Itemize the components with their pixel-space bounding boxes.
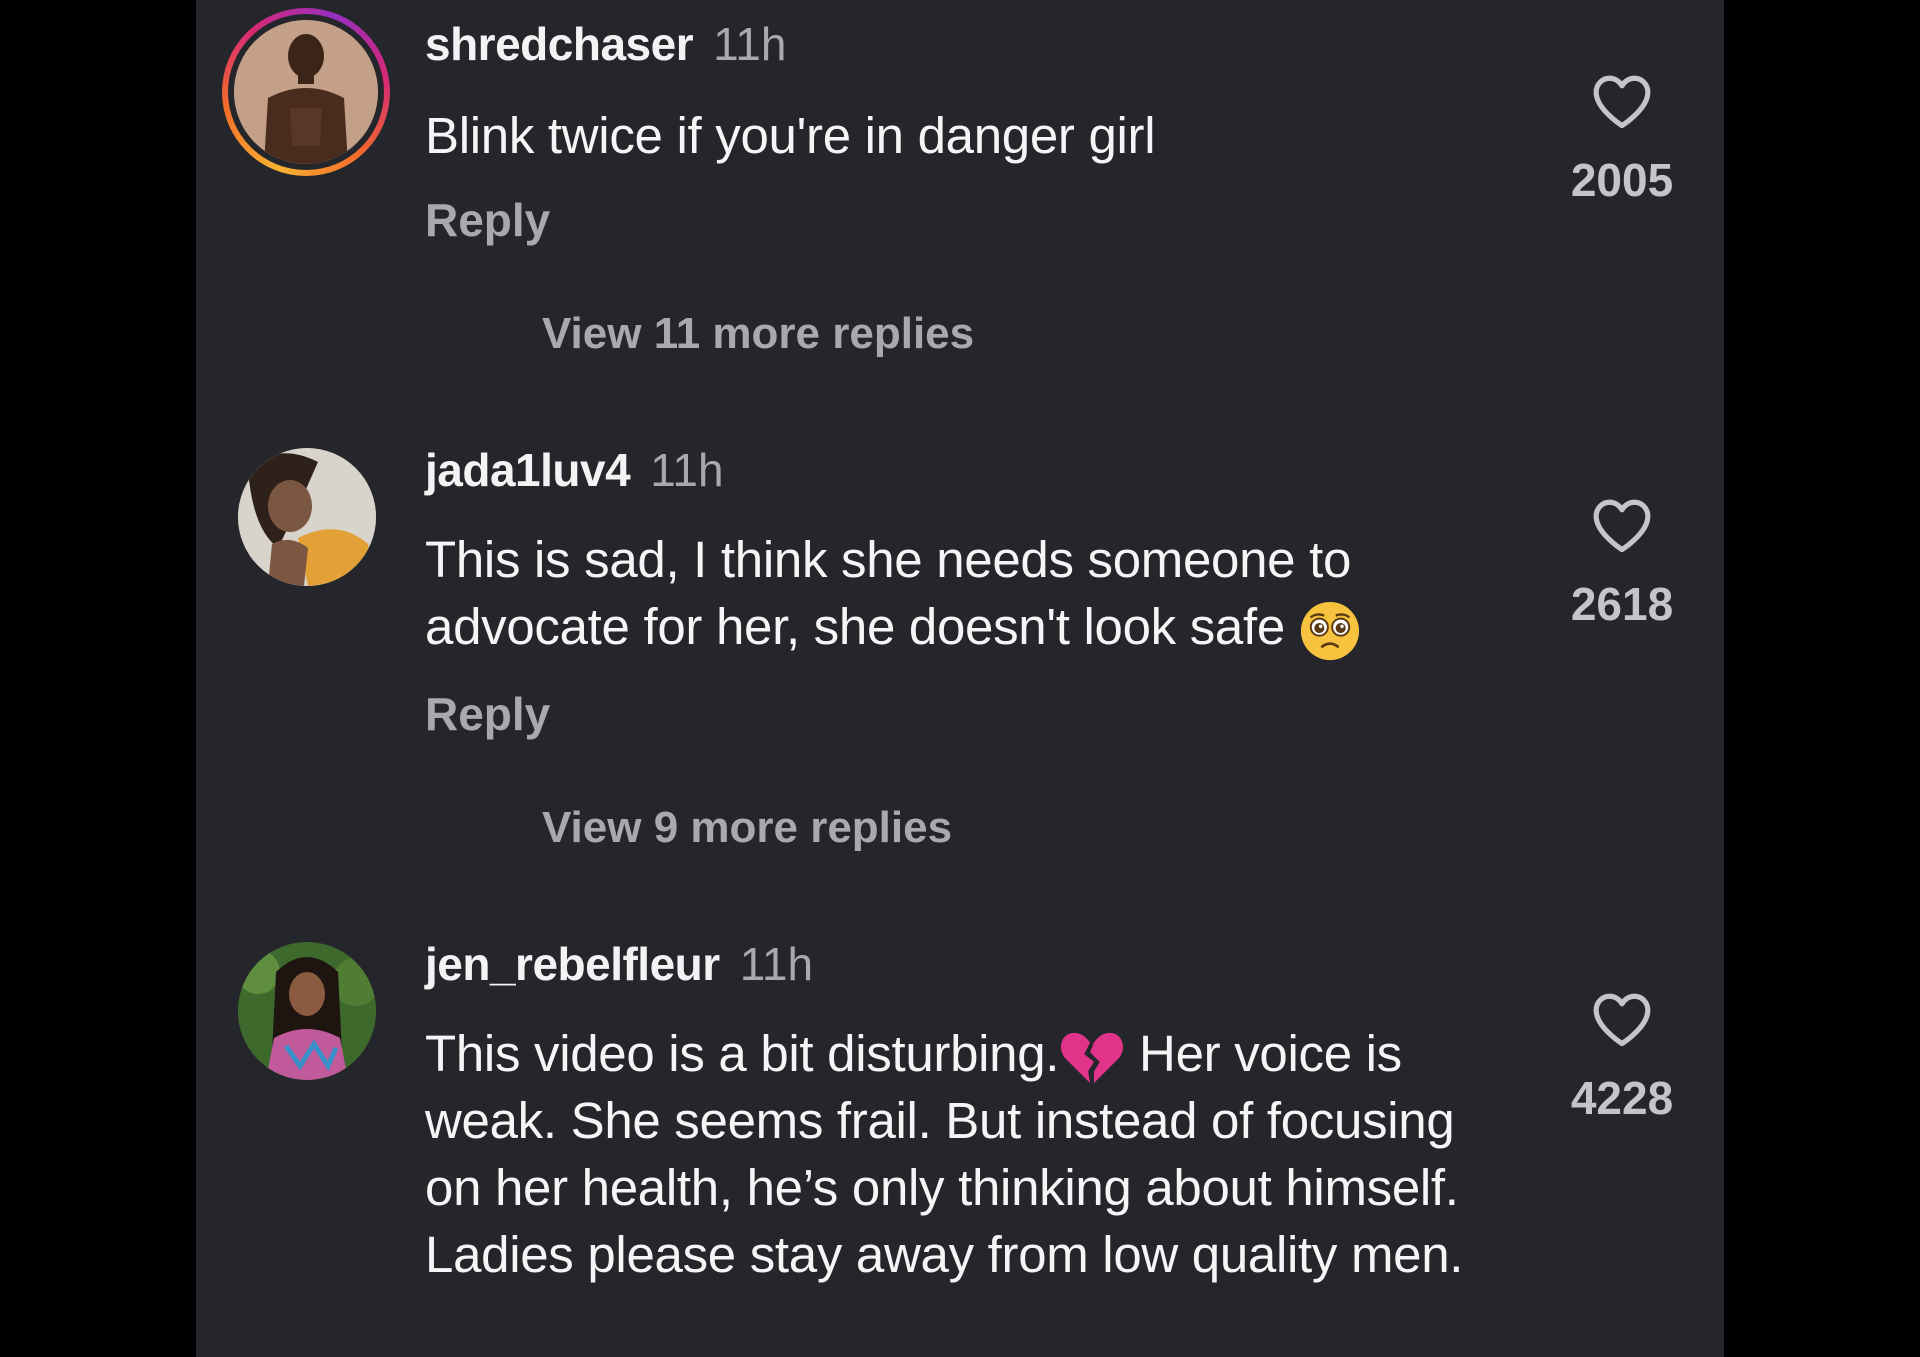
comment-text: This is sad, I think she needs someone t… (425, 526, 1724, 662)
pleading-face-icon (1300, 601, 1359, 660)
avatar-jen-rebelfleur[interactable] (238, 942, 376, 1080)
heart-outline-icon[interactable] (1591, 990, 1653, 1048)
like-count: 2618 (1570, 578, 1674, 630)
reply-button[interactable]: Reply (425, 192, 550, 248)
avatar-figure (238, 942, 376, 1080)
username[interactable]: jada1luv4 (425, 444, 631, 496)
comment-text: Blink twice if you're in danger girl (425, 107, 1156, 164)
comment-text: This video is a bit disturbing. Her voic… (425, 1020, 1485, 1288)
comment-text-fragment: advocate for her, she doesn't look safe (425, 598, 1285, 655)
avatar-jada1luv4[interactable] (238, 448, 376, 586)
comment-header: jen_rebelfleur 11h (425, 936, 813, 992)
comment-header: shredchaser 11h (425, 16, 786, 72)
like-column: 2618 (1552, 496, 1692, 632)
username[interactable]: jen_rebelfleur (425, 938, 720, 990)
like-column: 2005 (1552, 72, 1692, 208)
username[interactable]: shredchaser (425, 18, 694, 70)
comment-header: jada1luv4 11h (425, 442, 724, 498)
comment-text-line: advocate for her, she doesn't look safe (425, 593, 1724, 662)
timestamp: 11h (650, 444, 724, 496)
heart-outline-icon[interactable] (1591, 72, 1653, 130)
comments-panel: shredchaser 11h Blink twice if you're in … (196, 0, 1724, 1357)
timestamp: 11h (739, 938, 814, 990)
comment-text-line: This is sad, I think she needs someone t… (425, 531, 1352, 588)
story-ring[interactable] (222, 8, 390, 176)
avatar-figure (238, 448, 376, 586)
avatar-figure (234, 20, 378, 164)
reply-button[interactable]: Reply (425, 686, 550, 742)
timestamp: 11h (713, 18, 787, 70)
heart-outline-icon[interactable] (1591, 496, 1653, 554)
view-more-replies[interactable]: View 9 more replies (542, 800, 952, 856)
avatar-shredchaser[interactable] (234, 20, 378, 164)
view-more-replies[interactable]: View 11 more replies (542, 306, 974, 362)
like-column: 4228 (1552, 990, 1692, 1126)
like-count: 2005 (1570, 154, 1674, 206)
like-count: 4228 (1570, 1072, 1674, 1124)
broken-heart-icon (1061, 1032, 1124, 1083)
comment-text-fragment: This video is a bit disturbing. (425, 1025, 1060, 1082)
